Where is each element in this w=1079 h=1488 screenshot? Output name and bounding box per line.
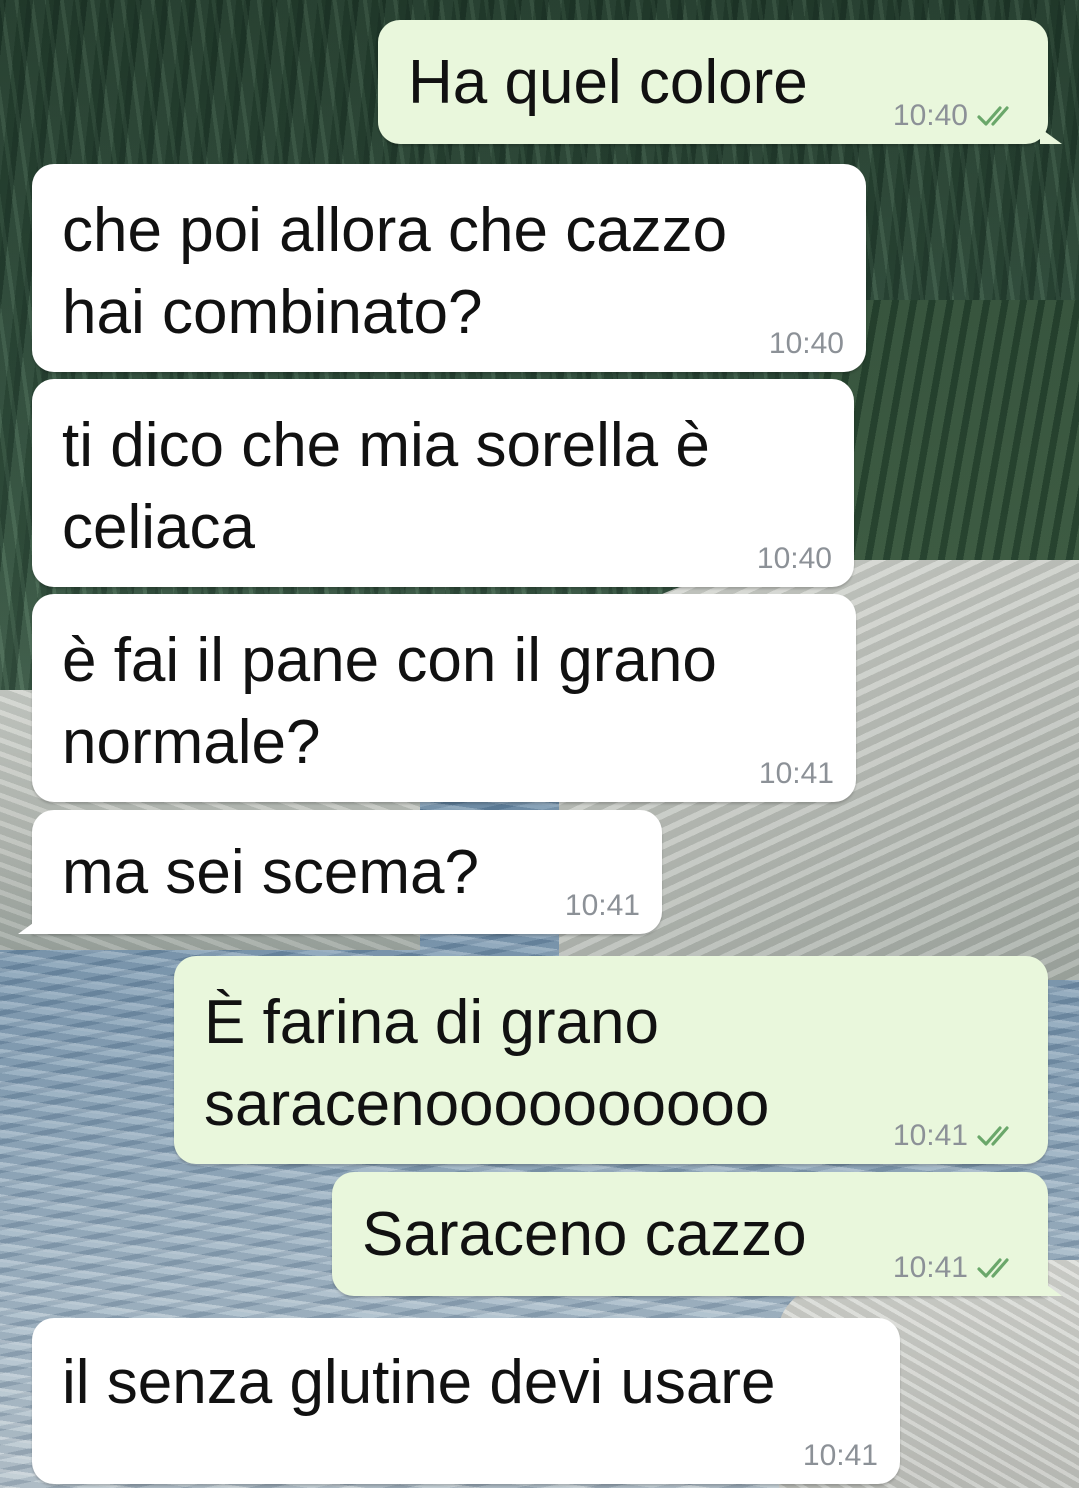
message-text: Saraceno cazzo (362, 1200, 807, 1269)
message-bubble-incoming[interactable]: che poi allora che cazzo hai combinato? … (32, 164, 866, 372)
message-bubble-outgoing[interactable]: È farina di grano saracenoooooooooo 10:4… (174, 956, 1048, 1164)
bubble-tail (1040, 128, 1062, 144)
message-meta: 10:41 (803, 1438, 878, 1474)
message-meta: 10:40 (769, 326, 844, 362)
message-time: 10:40 (768, 327, 844, 360)
message-bubble-incoming[interactable]: il senza glutine devi usare 10:41 (32, 1318, 900, 1484)
message-bubble-incoming[interactable]: è fai il pane con il grano normale? 10:4… (32, 594, 856, 802)
double-check-icon (977, 106, 1009, 126)
message-time: 10:41 (758, 757, 834, 790)
message-meta: 10:41 (893, 1118, 1022, 1154)
message-time: 10:41 (802, 1439, 878, 1472)
message-meta: 10:40 (893, 98, 1022, 134)
message-time: 10:41 (892, 1119, 968, 1152)
message-time: 10:41 (892, 1251, 968, 1284)
double-check-icon (977, 1258, 1009, 1278)
message-text: Ha quel colore (408, 48, 808, 117)
message-bubble-outgoing[interactable]: Ha quel colore 10:40 (378, 20, 1062, 144)
message-bubble-outgoing[interactable]: Saraceno cazzo 10:41 (332, 1172, 1062, 1296)
message-text: ma sei scema? (62, 838, 479, 907)
message-meta: 10:41 (893, 1250, 1022, 1286)
message-time: 10:41 (564, 889, 640, 922)
message-text: che poi allora che cazzo hai combinato? (62, 196, 728, 347)
message-text: il senza glutine devi usare (62, 1348, 776, 1417)
message-meta: 10:41 (759, 756, 834, 792)
message-time: 10:40 (756, 542, 832, 575)
message-list[interactable]: Ha quel colore 10:40 che poi allora che … (0, 0, 1079, 1488)
message-time: 10:40 (892, 99, 968, 132)
bubble-tail (1040, 1280, 1062, 1296)
message-text: ti dico che mia sorella è celiaca (62, 411, 710, 562)
message-meta: 10:41 (565, 888, 640, 924)
message-text: è fai il pane con il grano normale? (62, 626, 717, 777)
message-meta: 10:40 (757, 541, 832, 577)
double-check-icon (977, 1126, 1009, 1146)
message-bubble-incoming[interactable]: ma sei scema? 10:41 (18, 810, 662, 934)
message-bubble-incoming[interactable]: ti dico che mia sorella è celiaca 10:40 (32, 379, 854, 587)
message-text: È farina di grano saracenoooooooooo (204, 988, 770, 1139)
bubble-tail (18, 918, 40, 934)
